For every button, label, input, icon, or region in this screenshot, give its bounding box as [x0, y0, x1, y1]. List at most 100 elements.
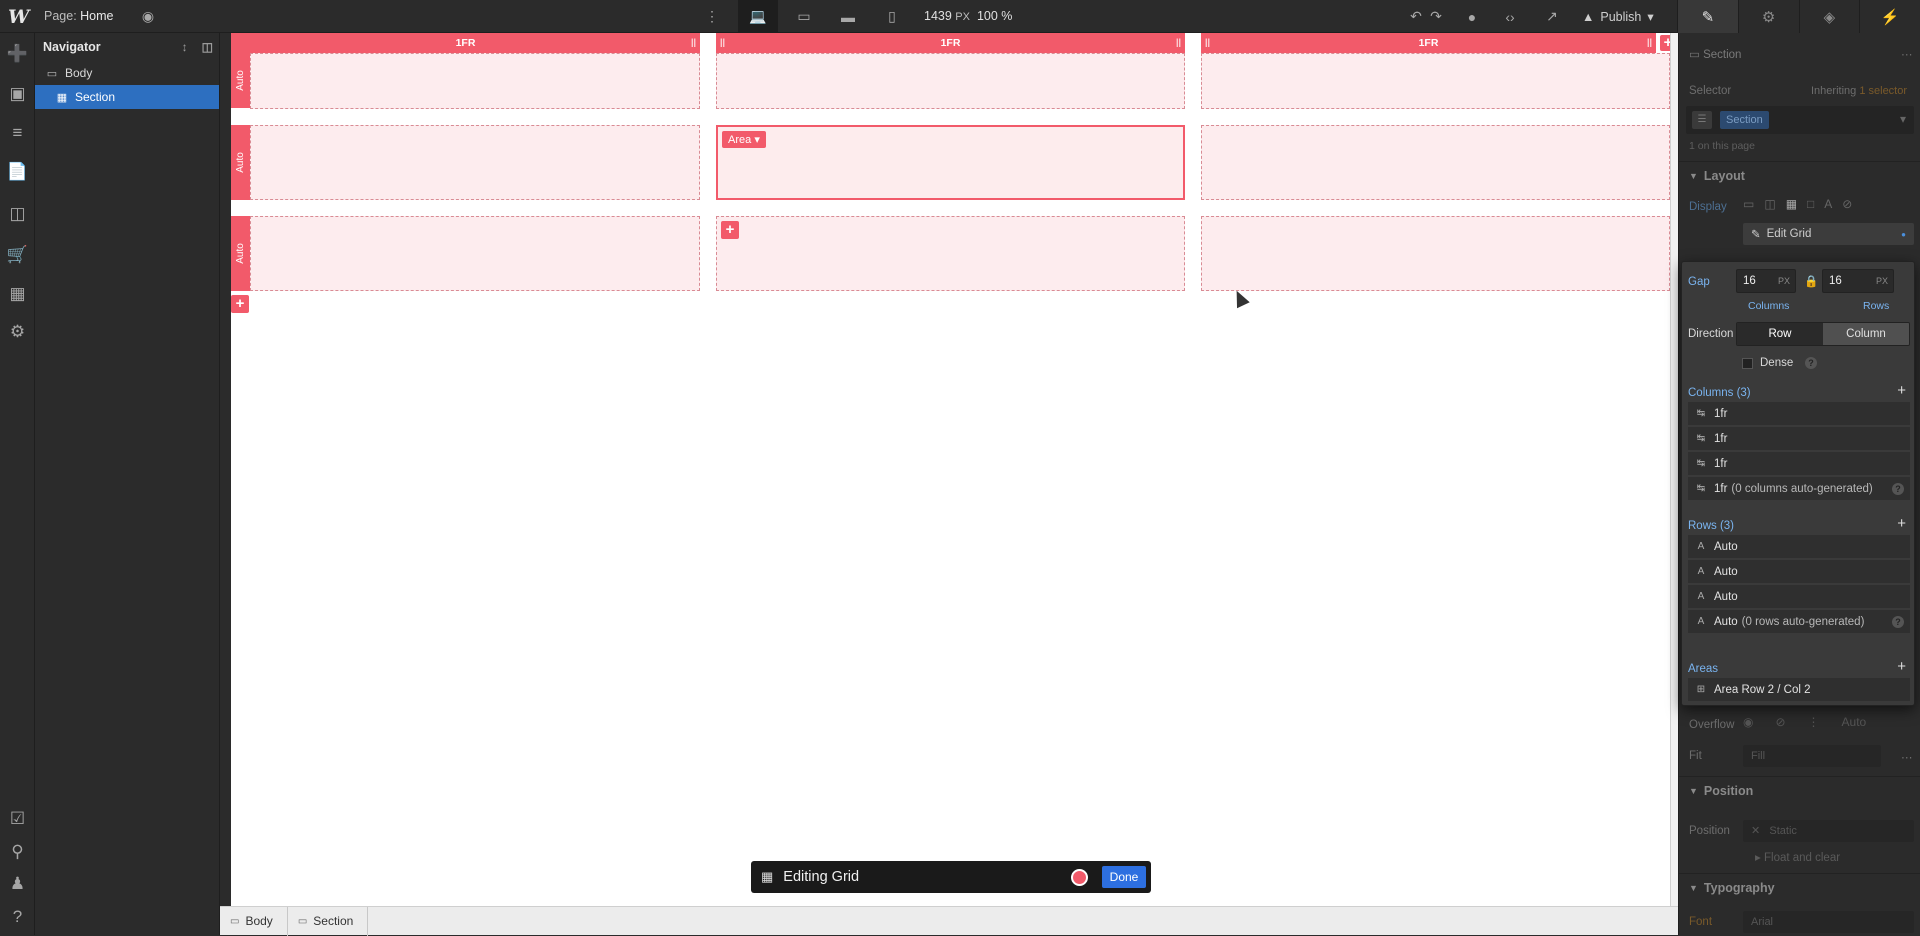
design-canvas[interactable]: 1FR || || 1FR || || 1FR || + Auto Auto A… — [231, 33, 1670, 906]
selector-options-icon[interactable]: ☰ — [1692, 111, 1712, 129]
mobile-portrait-breakpoint-icon[interactable]: ▯ — [878, 0, 906, 33]
page-selector[interactable]: Page: Home — [44, 9, 114, 23]
comments-icon[interactable]: ● — [1460, 0, 1484, 33]
export-icon[interactable]: ↗ — [1540, 0, 1564, 33]
column-track-item[interactable]: ↹ 1fr — [1688, 427, 1910, 451]
add-panel-icon[interactable]: ➕ — [0, 39, 35, 69]
breadcrumb-item-section[interactable]: ▭ Section — [288, 906, 369, 936]
grid-column-header[interactable]: 1FR || — [231, 33, 700, 53]
more-options-icon[interactable]: ⋯ — [1901, 750, 1913, 764]
add-row-button[interactable]: + — [231, 295, 249, 313]
tablet-breakpoint-icon[interactable]: ▭ — [788, 0, 820, 33]
grid-row-header[interactable]: Auto — [231, 216, 250, 291]
overflow-auto-label[interactable]: Auto — [1842, 715, 1867, 729]
more-options-icon[interactable]: ⋯ — [1901, 47, 1913, 61]
row-auto-track-item[interactable]: A Auto (0 rows auto-generated) ? — [1688, 610, 1910, 634]
fit-select[interactable]: Fill — [1743, 745, 1881, 767]
display-inline-block-icon[interactable]: □ — [1807, 197, 1814, 211]
column-gap-unit[interactable]: PX — [1778, 276, 1790, 286]
column-gap-input[interactable]: 16 PX — [1736, 269, 1796, 293]
column-auto-track-item[interactable]: ↹ 1fr (0 columns auto-generated) ? — [1688, 477, 1910, 501]
help-icon[interactable]: ? — [1892, 616, 1904, 628]
pages-icon[interactable]: 📄 — [0, 157, 35, 187]
position-section-header[interactable]: ▼ Position — [1679, 776, 1920, 804]
navigator-item-body[interactable]: ▭ Body — [35, 61, 219, 85]
grid-cell[interactable] — [250, 125, 700, 200]
navigator-icon[interactable]: ≡ — [0, 118, 35, 148]
row-track-item[interactable]: A Auto — [1688, 585, 1910, 609]
column-track-item[interactable]: ↹ 1fr — [1688, 452, 1910, 476]
assets-icon[interactable]: ▦ — [0, 279, 35, 309]
display-grid-icon[interactable]: ▦ — [1786, 197, 1797, 211]
grid-cell[interactable] — [1201, 125, 1670, 200]
column-resize-handle[interactable]: || — [1647, 37, 1652, 47]
edit-grid-button[interactable]: ✎ Edit Grid ● — [1743, 223, 1914, 245]
row-track-item[interactable]: A Auto — [1688, 560, 1910, 584]
row-gap-input[interactable]: 16 PX — [1822, 269, 1894, 293]
dense-checkbox[interactable] — [1742, 358, 1753, 369]
float-clear-toggle[interactable]: ▸ Float and clear — [1755, 850, 1840, 864]
cms-database-icon[interactable]: ◫ — [0, 199, 35, 229]
display-block-icon[interactable]: ▭ — [1743, 197, 1754, 211]
area-tag[interactable]: Area ▾ — [722, 131, 766, 148]
selector-chip[interactable]: Section — [1720, 111, 1769, 129]
settings-gear-icon[interactable]: ⚙ — [1737, 0, 1799, 33]
style-manager-icon[interactable]: ◈ — [1798, 0, 1860, 33]
preview-eye-icon[interactable]: ◉ — [136, 0, 160, 33]
add-row-button[interactable]: + — [1897, 515, 1906, 532]
direction-column-button[interactable]: Column — [1823, 323, 1909, 345]
grid-column-header[interactable]: || 1FR || — [1201, 33, 1656, 53]
dock-panel-icon[interactable]: ◫ — [202, 40, 213, 54]
done-button[interactable]: Done — [1102, 866, 1146, 888]
code-icon[interactable]: ‹› — [1498, 0, 1522, 33]
display-none-icon[interactable]: ⊘ — [1842, 197, 1852, 211]
display-inline-icon[interactable]: A — [1824, 197, 1832, 211]
redo-icon[interactable]: ↷ — [1426, 0, 1446, 33]
area-item[interactable]: ⊞ Area Row 2 / Col 2 — [1688, 678, 1910, 702]
grid-row-header[interactable]: Auto — [231, 53, 250, 108]
inheriting-count[interactable]: 1 selector — [1859, 85, 1907, 97]
direction-row-button[interactable]: Row — [1737, 323, 1823, 345]
help-icon[interactable]: ? — [0, 902, 35, 932]
grid-cell[interactable] — [250, 216, 700, 291]
add-area-button[interactable]: + — [721, 221, 739, 239]
layout-section-header[interactable]: ▼ Layout — [1679, 161, 1920, 189]
canvas-scrollbar[interactable] — [1670, 33, 1678, 906]
desktop-breakpoint-icon[interactable]: 💻 — [738, 0, 778, 33]
grid-cell[interactable]: + — [716, 216, 1185, 291]
overflow-scroll-icon[interactable]: ⋮ — [1808, 715, 1820, 729]
chevron-down-icon[interactable]: ▾ — [1900, 112, 1906, 126]
help-icon[interactable]: ? — [1805, 357, 1817, 369]
column-resize-handle[interactable]: || — [1205, 37, 1210, 47]
grid-cell[interactable] — [1201, 53, 1670, 109]
grid-column-header[interactable]: || 1FR || — [716, 33, 1185, 53]
ecommerce-cart-icon[interactable]: 🛒 — [0, 240, 35, 270]
selector-field[interactable]: ☰ Section ▾ — [1686, 106, 1914, 134]
row-gap-unit[interactable]: PX — [1876, 276, 1888, 286]
grid-cell[interactable] — [716, 53, 1185, 109]
column-resize-handle[interactable]: || — [691, 37, 696, 47]
grid-cell[interactable] — [250, 53, 700, 109]
undo-icon[interactable]: ↶ — [1406, 0, 1426, 33]
grid-row-header[interactable]: Auto — [231, 125, 250, 200]
symbols-cube-icon[interactable]: ▣ — [0, 79, 35, 109]
add-column-button[interactable]: + — [1897, 382, 1906, 399]
add-area-button[interactable]: + — [1897, 658, 1906, 675]
lock-icon[interactable]: 🔒 — [1804, 274, 1818, 288]
webflow-logo[interactable]: W — [8, 6, 29, 28]
add-column-button[interactable]: + — [1660, 35, 1670, 51]
display-flex-icon[interactable]: ◫ — [1764, 197, 1775, 211]
publish-button[interactable]: ▲ Publish ▾ — [1582, 0, 1654, 33]
audit-checkbox-icon[interactable]: ☑ — [0, 804, 35, 834]
typography-section-header[interactable]: ▼ Typography — [1679, 873, 1920, 901]
style-brush-icon[interactable]: ✎ — [1677, 0, 1738, 33]
help-icon[interactable]: ? — [1892, 483, 1904, 495]
navigator-item-section[interactable]: ▦ Section — [35, 85, 219, 109]
mobile-landscape-breakpoint-icon[interactable]: ▬ — [832, 0, 864, 33]
users-icon[interactable]: ♟ — [0, 869, 35, 899]
more-vertical-icon[interactable]: ⋮ — [702, 0, 722, 33]
grid-area-selected[interactable]: Area ▾ — [716, 125, 1185, 200]
position-select[interactable]: ✕ Static — [1743, 820, 1914, 842]
font-select[interactable]: Arial — [1743, 911, 1914, 933]
search-icon[interactable]: ⚲ — [0, 837, 35, 867]
